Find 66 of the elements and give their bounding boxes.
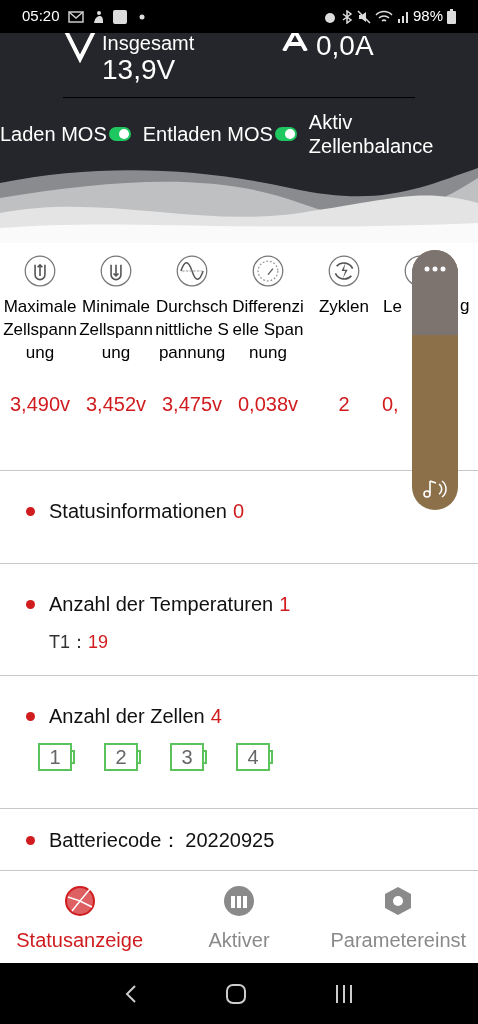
dot-icon <box>138 13 145 20</box>
app-icon <box>112 9 127 24</box>
section-title: Anzahl der Zellen <box>49 704 205 729</box>
voltage-label: Insgesamt <box>102 33 195 53</box>
switch-label: Entladen MOS <box>142 122 273 147</box>
home-icon <box>225 983 247 1004</box>
status-time: 05:20 <box>22 6 60 27</box>
metric-icon <box>328 255 360 287</box>
back-icon <box>123 983 138 1004</box>
current-icon <box>280 33 310 51</box>
tab[interactable]: Aktiver <box>159 871 319 963</box>
metric-label: Durchschnittliche Spannung <box>155 296 229 364</box>
switch-label: Laden MOS <box>0 122 107 147</box>
metric-icon <box>176 255 208 287</box>
section-title: Anzahl der Temperaturen <box>49 592 274 617</box>
cell-battery: 3 <box>170 743 207 771</box>
metric-icon <box>252 255 284 287</box>
section-count: 0 <box>232 499 244 524</box>
floating-panel[interactable] <box>412 250 458 510</box>
more-icon <box>424 266 446 272</box>
metric-value: 3,475v <box>161 392 223 417</box>
bluetooth-icon <box>340 9 353 24</box>
metric-label: Zyklen <box>318 296 370 318</box>
wifi-icon <box>374 9 393 24</box>
tab[interactable]: Parametereinst <box>318 871 478 963</box>
signal-icon <box>396 10 409 23</box>
section-title: Statusinformationen <box>49 499 227 524</box>
balance-label: Aktiv Zellenbalance <box>308 110 435 158</box>
bullet-icon <box>26 506 35 516</box>
cell-battery: 1 <box>38 743 75 771</box>
toggle-switch[interactable] <box>108 127 131 141</box>
bullet-icon <box>26 711 35 721</box>
section-count: 4 <box>210 704 222 729</box>
recents-icon <box>334 983 355 1004</box>
battery-percent: 98% <box>412 6 443 27</box>
bullet-icon <box>26 835 35 845</box>
temp-value: 19 <box>88 631 109 654</box>
metric-label: Differenzielle Spannung <box>231 296 305 364</box>
battery-code: 20220925 <box>185 828 275 853</box>
metric-value: 3,490v <box>9 392 71 417</box>
metric-label: Maximale Zellspannung <box>3 296 77 364</box>
metric-label-end: g <box>460 295 470 317</box>
metric-label: Minimale Zellspannung <box>79 296 153 364</box>
figure-icon <box>91 9 105 24</box>
cell-battery: 4 <box>236 743 273 771</box>
cell-battery: 2 <box>104 743 141 771</box>
metric-icon <box>24 255 56 287</box>
tab[interactable]: Statusanzeige <box>0 871 160 963</box>
current-value: 0,0A <box>316 33 374 63</box>
mute-icon <box>356 9 371 24</box>
metric-value: 3,452v <box>85 392 147 417</box>
temp-label: T1： <box>49 631 88 654</box>
section-title: Batteriecode： <box>49 828 182 853</box>
metric-label: Le <box>383 296 402 318</box>
battery-icon <box>447 9 456 24</box>
metric-value: 0, <box>382 392 399 417</box>
toggle-switch[interactable] <box>274 127 297 141</box>
music-note-icon <box>422 478 448 500</box>
section-count: 1 <box>279 592 291 617</box>
cells-icon <box>223 885 255 917</box>
mail-icon <box>67 10 84 23</box>
metric-value: 0,038v <box>237 392 299 417</box>
metric-icon <box>100 255 132 287</box>
voltage-value: 13,9V <box>102 54 177 87</box>
metric-value: 2 <box>338 392 350 417</box>
bullet-icon <box>26 599 35 609</box>
